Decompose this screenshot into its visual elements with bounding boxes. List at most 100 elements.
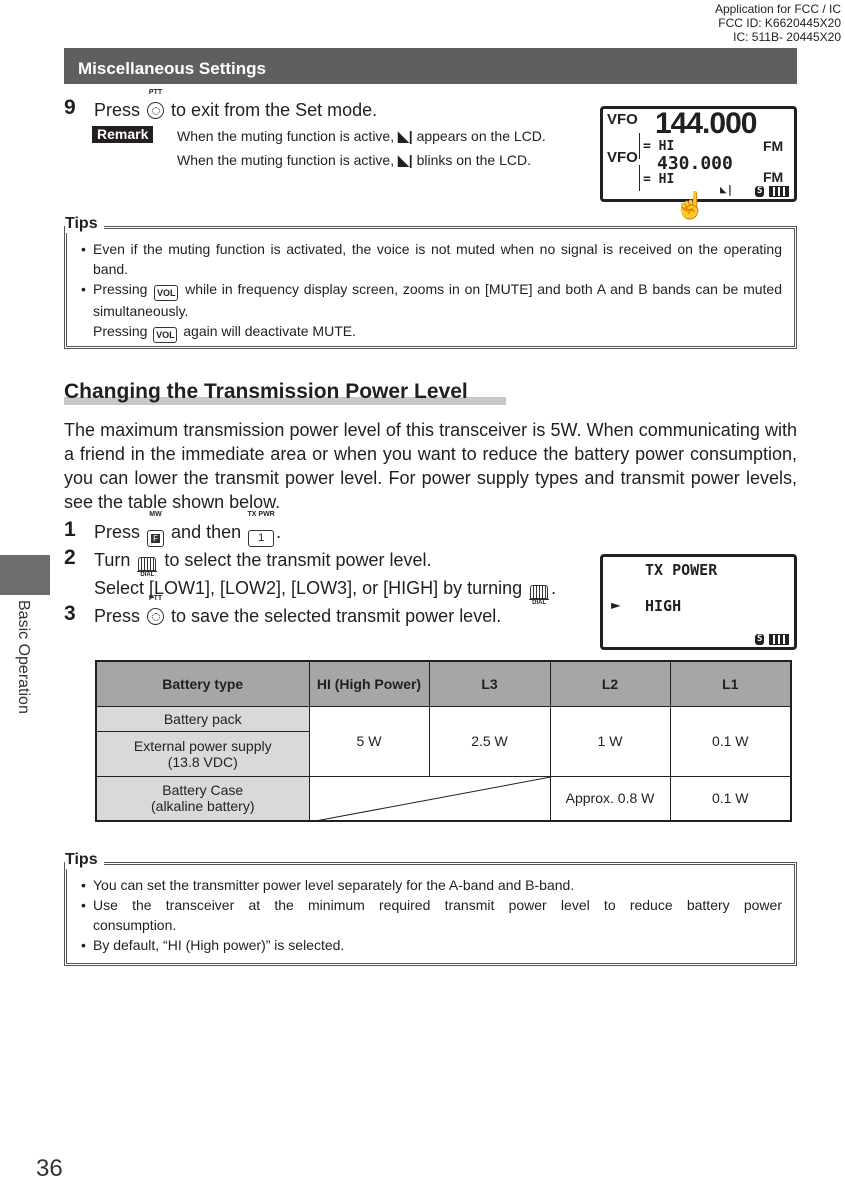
table-cell: Battery pack — [95, 705, 310, 732]
ptt-dial-icon — [147, 102, 165, 119]
step-number: 1 — [64, 518, 76, 541]
step-text: . — [551, 578, 557, 598]
table-cell: 2.5 W — [428, 705, 551, 777]
battery-icon — [769, 186, 789, 197]
side-tab — [0, 555, 50, 595]
tip-text: Pressing — [93, 323, 148, 339]
remark-text: When the muting function is active, ◣| a… — [177, 124, 546, 172]
section-title: Changing the Transmission Power Level — [64, 380, 468, 403]
remark: Remark — [92, 126, 154, 144]
mute-icon: ◣| — [720, 183, 734, 196]
key-label: F — [151, 534, 161, 543]
dial-label: DIAL — [529, 599, 550, 607]
lcd-mode-b: FM — [763, 169, 784, 185]
table-header: L3 — [428, 660, 551, 707]
lcd-s-badge: S — [755, 634, 765, 645]
table-header: Battery type — [95, 660, 310, 707]
mute-icon: ◣| — [398, 152, 413, 168]
table-header: L2 — [549, 660, 671, 707]
lcd-display-main: VFO 144.000 = HI FM VFO 430.000 = HI FM … — [600, 106, 797, 202]
table-cell: Battery Case (alkaline battery) — [95, 775, 310, 822]
fcc-line: Application for FCC / IC — [714, 2, 841, 16]
step-text: Press — [94, 606, 141, 626]
lcd-vfo-b: VFO — [607, 149, 638, 166]
tip-text: again will deactivate MUTE. — [183, 323, 356, 339]
battery-icon — [769, 634, 789, 645]
ptt-dial-icon — [147, 608, 165, 625]
step-text: Press — [94, 522, 141, 542]
table-header-row: Battery type HI (High Power) L3 L2 L1 — [95, 660, 792, 707]
step-text: to exit from the Set mode. — [171, 100, 378, 120]
lcd-power-a: = HI — [643, 139, 675, 154]
remark-line: blinks on the LCD. — [416, 152, 531, 168]
fcc-line: FCC ID: K6620445X20 — [718, 16, 841, 30]
table-cell: External power supply (13.8 VDC) — [95, 730, 310, 777]
mute-icon: ◣| — [398, 128, 413, 144]
table-cell: Approx. 0.8 W — [549, 775, 671, 822]
tip-text: Pressing — [93, 281, 148, 297]
step-text: to save the selected transmit power leve… — [171, 606, 502, 626]
table-row: Battery pack 5 W 2.5 W 1 W 0.1 W — [95, 705, 792, 777]
tip-item: Use the transceiver at the minimum requi… — [79, 895, 782, 935]
lcd-value: HIGH — [645, 597, 682, 615]
table-cell: 0.1 W — [669, 775, 792, 822]
tips-box-1: Tips Even if the muting function is acti… — [64, 215, 797, 349]
tip-text: Even if the muting function is activated… — [93, 241, 782, 277]
page-number: 36 — [36, 1155, 63, 1182]
ptt-key: PTT — [145, 595, 166, 628]
key-top-label: TX PWR — [247, 511, 275, 518]
section-header: Miscellaneous Settings — [64, 48, 797, 84]
tips-box-2: Tips You can set the transmitter power l… — [64, 851, 797, 966]
tx-pwr-key: TX PWR 1 — [246, 511, 276, 547]
ptt-key: PTT — [145, 89, 166, 122]
table-cell-na — [308, 775, 551, 822]
table-cell: 1 W — [549, 705, 671, 777]
tip-item: Even if the muting function is activated… — [79, 239, 782, 279]
fcc-header: Application for FCC / IC FCC ID: K662044… — [715, 2, 841, 44]
side-label: Basic Operation — [15, 600, 32, 714]
step-text: to select the transmit power level. — [164, 550, 432, 570]
key-top-label: MW — [149, 511, 162, 518]
pointing-hand-icon: ☝ — [674, 190, 707, 220]
section-paragraph: The maximum transmission power level of … — [64, 420, 797, 512]
lcd-display-txpower: TX POWER ► HIGH S — [600, 554, 797, 650]
step-text: and then — [171, 522, 242, 542]
remark-line: When the muting function is active, — [177, 128, 395, 144]
vol-key-icon: VOL — [154, 285, 179, 301]
lcd-title: TX POWER — [645, 561, 718, 579]
ptt-key-label: PTT — [148, 89, 163, 96]
tips-label: Tips — [65, 215, 104, 233]
tips-label: Tips — [65, 851, 104, 869]
tip-item: You can set the transmitter power level … — [79, 875, 782, 895]
lcd-power-b: = HI — [643, 172, 675, 187]
lcd-arrow-icon: ► — [611, 595, 621, 614]
table-header: L1 — [669, 660, 792, 707]
fcc-line: IC: 511B- 20445X20 — [733, 30, 841, 44]
lcd-mode-a: FM — [763, 138, 784, 154]
lcd-freq-a: 144.000 — [655, 107, 757, 140]
tip-item: Pressing VOL while in frequency display … — [79, 279, 782, 343]
remark-line: When the muting function is active, — [177, 152, 395, 168]
table-cell: 0.1 W — [669, 705, 792, 777]
lcd-freq-b: 430.000 — [657, 153, 733, 174]
tip-item: By default, “HI (High power)” is selecte… — [79, 935, 782, 955]
vol-key-icon: VOL — [153, 327, 178, 343]
dial-icon: DIAL — [529, 585, 550, 607]
lcd-vfo-a: VFO — [607, 111, 638, 128]
remark-line: appears on the LCD. — [416, 128, 546, 144]
step-number: 9 — [64, 96, 76, 119]
tx-pwr-key-icon: 1 — [248, 530, 275, 547]
step-text: Turn — [94, 550, 131, 570]
table-cell: 5 W — [308, 705, 430, 777]
remark-badge: Remark — [92, 126, 154, 143]
tip-text: while in frequency display screen, zooms… — [93, 281, 783, 319]
step-number: 3 — [64, 602, 76, 625]
table-row: Battery Case (alkaline battery) Approx. … — [95, 775, 792, 822]
table-header: HI (High Power) — [308, 660, 430, 707]
step-text: Press — [94, 100, 141, 120]
power-table: Battery type HI (High Power) L3 L2 L1 Ba… — [95, 660, 792, 822]
diagonal-line — [309, 776, 551, 822]
step-text: . — [276, 522, 282, 542]
f-key: MW F — [145, 511, 166, 547]
step-number: 2 — [64, 546, 76, 569]
